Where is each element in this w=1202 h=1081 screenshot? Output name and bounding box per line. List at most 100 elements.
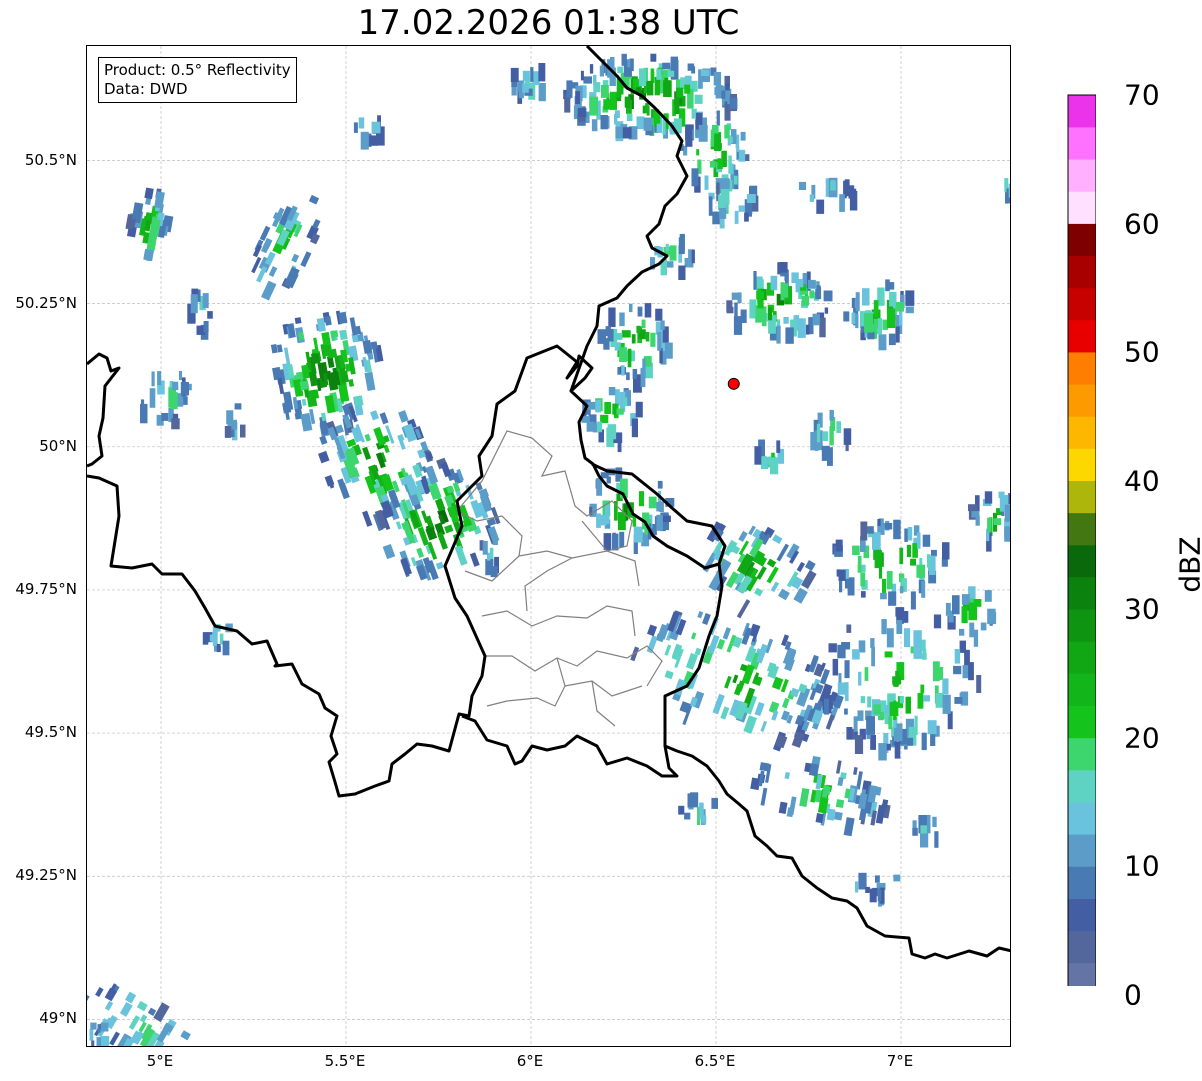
echo-cell xyxy=(636,325,641,333)
echo-cell xyxy=(993,518,1002,525)
echo-cell xyxy=(894,741,901,759)
colorbar-cell xyxy=(1068,512,1096,546)
echo-cell xyxy=(702,613,711,626)
lat-tick-label: 50.25°N xyxy=(15,293,77,312)
echo-cell xyxy=(348,379,354,387)
echo-cell xyxy=(151,371,155,387)
echo-cell xyxy=(893,679,899,687)
echo-cell xyxy=(646,80,654,96)
echo-cell xyxy=(575,91,580,105)
echo-cell xyxy=(600,514,607,526)
colorbar-cell xyxy=(1068,223,1096,257)
echo-cell xyxy=(920,684,925,693)
echo-cell xyxy=(740,131,746,141)
echo-cell xyxy=(771,676,784,690)
echo-cell xyxy=(589,64,594,74)
lon-tick-label: 5°E xyxy=(146,1052,174,1070)
echo-cluster xyxy=(140,370,192,430)
echo-cell xyxy=(379,412,389,425)
echo-cell xyxy=(125,991,137,1004)
colorbar-cell xyxy=(1068,737,1096,771)
echo-cell xyxy=(691,168,699,187)
echo-cell xyxy=(738,205,745,212)
echo-cell xyxy=(713,72,722,86)
echo-cell xyxy=(905,696,911,714)
echo-cell xyxy=(607,328,614,342)
echo-cell xyxy=(714,132,722,151)
echo-cell xyxy=(749,299,757,319)
echo-cell xyxy=(617,512,626,531)
echo-cell xyxy=(434,498,446,512)
echo-cell xyxy=(969,622,975,638)
lat-tick-label: 49°N xyxy=(39,1009,77,1028)
echo-cell xyxy=(308,371,319,387)
echo-cell xyxy=(896,620,903,634)
echo-cell xyxy=(886,308,896,328)
echo-cell xyxy=(954,697,963,704)
echo-cell xyxy=(95,986,104,998)
echo-cell xyxy=(799,787,810,807)
echo-cell xyxy=(144,187,154,200)
echo-cell xyxy=(691,249,695,264)
echo-cell xyxy=(522,70,530,81)
echo-cell xyxy=(416,547,425,558)
echo-cell xyxy=(942,678,949,695)
colorbar-cell xyxy=(1068,127,1096,160)
echo-cell xyxy=(643,117,653,131)
echo-cell xyxy=(587,401,596,410)
echo-cell xyxy=(698,124,708,142)
echo-cell xyxy=(860,521,868,541)
echo-cluster xyxy=(187,288,213,340)
echo-cell xyxy=(656,514,663,531)
echo-cell xyxy=(812,313,820,326)
echo-cluster xyxy=(945,586,997,647)
echo-cell xyxy=(968,662,974,681)
colorbar-cell xyxy=(1068,962,1096,986)
echo-cell xyxy=(319,435,328,445)
echo-cluster xyxy=(912,814,939,848)
radar-map xyxy=(86,45,1011,1047)
echo-cell xyxy=(697,610,704,619)
echo-cell xyxy=(877,518,881,526)
echo-cell xyxy=(353,122,358,133)
echo-cell xyxy=(932,816,937,827)
echo-cell xyxy=(776,325,781,344)
echo-cell xyxy=(601,85,609,98)
echo-cell xyxy=(835,539,843,552)
echo-cell xyxy=(362,446,372,461)
radar-site-marker xyxy=(727,377,740,390)
echo-cell xyxy=(119,1001,133,1017)
echo-cell xyxy=(926,554,931,568)
echo-cell xyxy=(872,887,878,897)
colorbar-cell xyxy=(1068,609,1096,642)
echo-cell xyxy=(435,561,444,570)
echo-cell xyxy=(147,1007,157,1016)
echo-cluster xyxy=(87,983,191,1046)
echo-cell xyxy=(678,805,685,815)
echo-cell xyxy=(157,371,162,386)
echo-cell xyxy=(685,652,698,670)
colorbar-cell xyxy=(1068,95,1096,128)
echo-cell xyxy=(363,134,369,145)
echo-cell xyxy=(829,409,834,421)
echo-cell xyxy=(261,280,277,301)
echo-cluster xyxy=(597,303,673,393)
echo-cell xyxy=(836,760,842,774)
lon-tick-label: 5.5°E xyxy=(324,1052,366,1070)
echo-cell xyxy=(362,510,373,527)
echo-cell xyxy=(593,74,597,85)
echo-cell xyxy=(851,312,856,325)
echo-cell xyxy=(678,237,685,254)
echo-cell xyxy=(819,317,826,338)
echo-cell xyxy=(778,801,788,814)
echo-cell xyxy=(300,251,312,268)
echo-cell xyxy=(179,370,182,381)
echo-cell xyxy=(741,627,753,645)
echo-cell xyxy=(678,265,686,280)
echo-cell xyxy=(858,671,862,686)
echo-cell xyxy=(784,772,790,780)
echo-cell xyxy=(660,320,665,330)
echo-cell xyxy=(922,534,931,547)
echo-cell xyxy=(728,136,733,144)
echo-cell xyxy=(647,624,658,637)
